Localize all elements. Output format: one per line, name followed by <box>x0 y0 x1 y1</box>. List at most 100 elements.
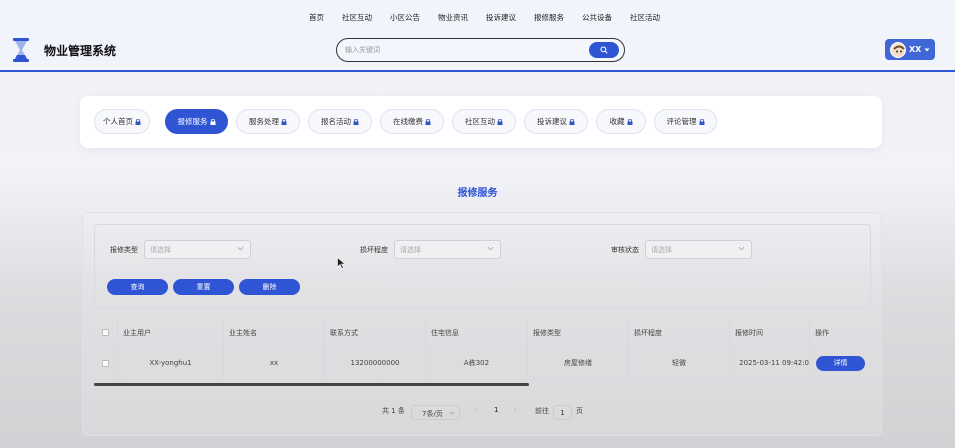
tab-favorites[interactable]: 收藏 <box>596 109 646 134</box>
lock-icon <box>569 118 575 125</box>
avatar <box>890 41 906 58</box>
column-header: 住宅信息 <box>426 319 528 347</box>
tab-label: 评论管理 <box>666 117 697 126</box>
chevron-down-icon <box>738 246 745 251</box>
row-checkbox[interactable] <box>102 359 109 367</box>
chevron-down-icon <box>487 246 494 251</box>
table-cell: A栋302 <box>426 347 528 380</box>
top-nav: 首页 社区互动 小区公告 物业资讯 投诉建议 报修服务 公共设备 社区活动 <box>300 12 669 23</box>
lock-icon <box>699 118 705 125</box>
tab-label: 收藏 <box>609 117 625 126</box>
page-title: 报修服务 <box>457 188 498 199</box>
table-cell: XX-yonghu1 <box>118 347 224 380</box>
search-input[interactable] <box>345 43 585 57</box>
tab-label: 服务处理 <box>249 117 279 126</box>
review-status-select[interactable]: 请选择 <box>645 240 752 259</box>
lock-icon <box>135 118 141 125</box>
column-header: 报修类型 <box>528 319 629 347</box>
tab-label: 个人首页 <box>103 117 133 126</box>
tab-card: 个人首页 报修服务 服务处理 报名活动 在线缴费 社区互动 投诉建议 收藏 评论… <box>80 96 882 148</box>
goto-page-input[interactable]: 1 <box>553 405 572 420</box>
chevron-down-icon <box>449 411 455 415</box>
select-placeholder: 请选择 <box>150 246 171 254</box>
reset-button[interactable]: 重置 <box>173 279 234 295</box>
header-checkbox-cell <box>94 319 118 347</box>
tab-complaint[interactable]: 投诉建议 <box>524 109 588 134</box>
select-all-checkbox[interactable] <box>102 329 109 336</box>
nav-community[interactable]: 社区互动 <box>333 12 381 23</box>
lock-icon <box>497 118 503 125</box>
query-button[interactable]: 查询 <box>107 279 168 295</box>
select-placeholder: 请选择 <box>400 246 421 254</box>
column-header: 业主姓名 <box>224 319 325 347</box>
table-cell: 房屋修缮 <box>528 347 629 380</box>
nav-repair[interactable]: 报修服务 <box>525 12 573 23</box>
table-cell: 2025-03-11 09:42:0 <box>730 347 810 380</box>
nav-home[interactable]: 首页 <box>300 12 333 23</box>
pagination-total: 共 1 条 <box>382 407 405 415</box>
page-size-select[interactable]: 7条/页 <box>411 405 460 420</box>
column-header: 损坏程度 <box>629 319 730 347</box>
column-header: 报修时间 <box>730 319 810 347</box>
lock-icon <box>627 118 633 125</box>
row-checkbox-cell <box>94 347 118 380</box>
table-cell: xx <box>224 347 325 380</box>
site-title: 物业管理系统 <box>44 44 117 58</box>
lock-icon <box>425 118 431 125</box>
action-cell: 详情 <box>810 347 871 380</box>
current-page[interactable]: 1 <box>494 406 498 414</box>
search-button[interactable] <box>589 42 619 58</box>
damage-level-select[interactable]: 请选择 <box>394 240 501 259</box>
filter-label-type: 报修类型 <box>110 246 138 254</box>
nav-notice[interactable]: 小区公告 <box>381 12 429 23</box>
search-bar <box>336 38 625 62</box>
filter-box <box>94 224 871 308</box>
filter-label-damage: 损坏程度 <box>360 246 388 254</box>
user-menu-button[interactable]: XX <box>885 39 935 60</box>
nav-equipment[interactable]: 公共设备 <box>573 12 621 23</box>
tab-label: 社区互动 <box>465 117 495 126</box>
select-placeholder: 请选择 <box>651 246 672 254</box>
detail-button[interactable]: 详情 <box>816 355 865 371</box>
tab-repair[interactable]: 报修服务 <box>165 109 228 134</box>
caret-down-icon <box>924 48 930 51</box>
table-cell: 13200000000 <box>325 347 426 380</box>
column-header: 联系方式 <box>325 319 426 347</box>
tab-community[interactable]: 社区互动 <box>452 109 516 134</box>
tab-comments[interactable]: 评论管理 <box>654 109 717 134</box>
column-header: 操作 <box>810 319 871 347</box>
tab-signup[interactable]: 报名活动 <box>308 109 372 134</box>
tab-payment[interactable]: 在线缴费 <box>380 109 444 134</box>
tab-label: 报名活动 <box>321 117 351 126</box>
lock-icon <box>281 118 287 125</box>
header-divider <box>0 70 955 72</box>
repair-type-select[interactable]: 请选择 <box>144 240 251 259</box>
nav-news[interactable]: 物业资讯 <box>429 12 477 23</box>
page-size-value: 7条/页 <box>422 410 443 418</box>
goto-label: 前往 <box>535 407 549 415</box>
table-cell: 轻微 <box>629 347 730 380</box>
column-header: 业主用户 <box>118 319 224 347</box>
nav-activity[interactable]: 社区活动 <box>621 12 669 23</box>
user-name: XX <box>909 45 922 54</box>
tab-label: 投诉建议 <box>537 117 567 126</box>
horizontal-scrollbar[interactable] <box>94 383 529 386</box>
tab-label: 在线缴费 <box>393 117 423 126</box>
filter-label-review: 审核状态 <box>611 246 639 254</box>
table-header: 业主用户 业主姓名 联系方式 住宅信息 报修类型 损坏程度 报修时间 操作 <box>94 319 871 347</box>
tab-label: 报修服务 <box>177 117 208 126</box>
nav-complaint[interactable]: 投诉建议 <box>477 12 525 23</box>
chevron-down-icon <box>237 246 244 251</box>
prev-page-button[interactable]: ‹ <box>475 406 478 414</box>
hourglass-logo-icon <box>12 38 30 62</box>
lock-icon <box>353 118 359 125</box>
tab-service[interactable]: 服务处理 <box>236 109 300 134</box>
page-suffix: 页 <box>576 407 583 415</box>
delete-button[interactable]: 删除 <box>239 279 300 295</box>
lock-icon <box>210 118 216 125</box>
table-row: XX-yonghu1 xx 13200000000 A栋302 房屋修缮 轻微 … <box>94 347 871 380</box>
tab-profile[interactable]: 个人首页 <box>94 109 150 134</box>
search-icon <box>600 46 608 54</box>
next-page-button[interactable]: › <box>514 406 517 414</box>
repair-table: 业主用户 业主姓名 联系方式 住宅信息 报修类型 损坏程度 报修时间 操作 XX… <box>94 319 871 385</box>
